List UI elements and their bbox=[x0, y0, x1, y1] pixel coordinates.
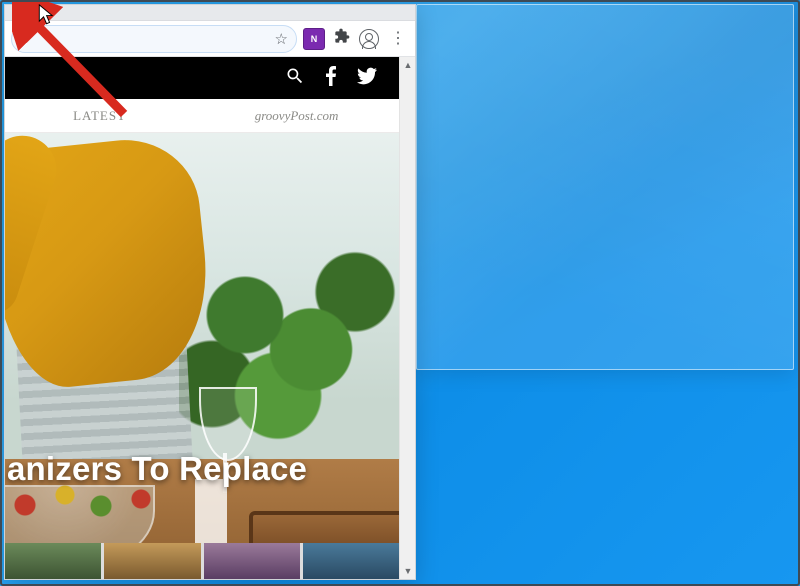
scroll-up-button[interactable]: ▲ bbox=[400, 57, 415, 73]
webpage: LATEST groovyPost.com anizers To Replace bbox=[5, 57, 399, 579]
site-subnav: LATEST groovyPost.com bbox=[5, 99, 399, 133]
browser-viewport: LATEST groovyPost.com anizers To Replace bbox=[5, 57, 415, 579]
profile-avatar-icon[interactable] bbox=[359, 29, 381, 49]
thumb-3[interactable] bbox=[204, 543, 300, 579]
scroll-down-button[interactable]: ▼ bbox=[400, 563, 415, 579]
article-thumbstrip[interactable] bbox=[5, 543, 399, 579]
onenote-extension-icon[interactable]: N bbox=[303, 28, 325, 50]
star-icon[interactable]: ☆ bbox=[275, 30, 288, 48]
window-titlebar[interactable] bbox=[5, 5, 415, 21]
hero-headline: anizers To Replace bbox=[5, 451, 379, 487]
facebook-icon[interactable] bbox=[325, 66, 337, 91]
address-bar[interactable]: ☆ bbox=[11, 25, 297, 53]
aero-snap-preview bbox=[416, 4, 794, 370]
twitter-icon[interactable] bbox=[357, 67, 377, 90]
site-header-bar bbox=[5, 57, 399, 99]
tab-latest[interactable]: LATEST bbox=[5, 108, 194, 124]
wine-glass bbox=[191, 387, 261, 507]
thumb-2[interactable] bbox=[104, 543, 200, 579]
search-icon[interactable] bbox=[285, 66, 305, 91]
browser-window: ☆ N ⋮ LATEST gro bbox=[4, 4, 416, 580]
thumb-4[interactable] bbox=[303, 543, 399, 579]
extensions-puzzle-icon[interactable] bbox=[331, 28, 353, 49]
vertical-scrollbar[interactable]: ▲ ▼ bbox=[399, 57, 415, 579]
thumb-1[interactable] bbox=[5, 543, 101, 579]
site-brand-text[interactable]: groovyPost.com bbox=[194, 108, 399, 124]
kebab-menu-icon[interactable]: ⋮ bbox=[387, 31, 409, 47]
browser-toolbar: ☆ N ⋮ bbox=[5, 21, 415, 57]
hero-article[interactable]: anizers To Replace bbox=[5, 133, 399, 579]
